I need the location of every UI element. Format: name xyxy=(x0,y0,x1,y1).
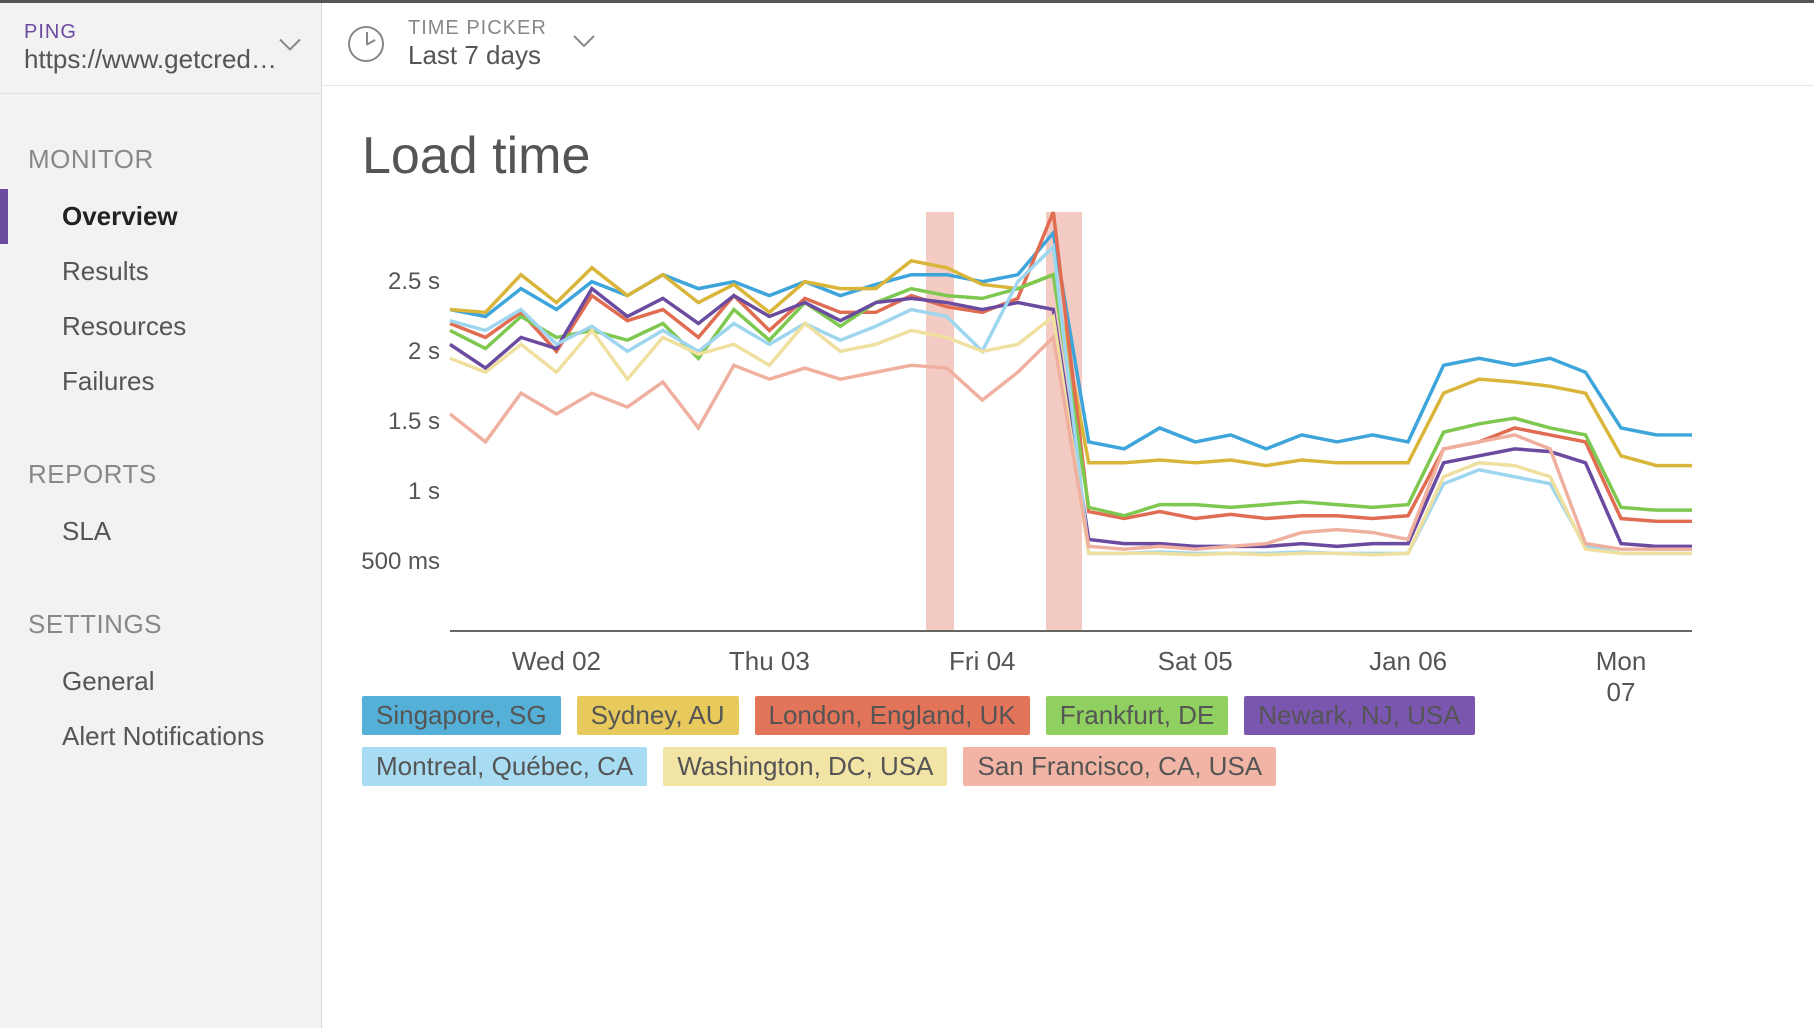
x-axis-tick: Thu 03 xyxy=(729,632,810,677)
sidebar-item-failures[interactable]: Failures xyxy=(0,354,321,409)
sidebar-section-title: SETTINGS xyxy=(0,559,321,654)
chart: 2.5 s 2 s 1.5 s 1 s 500 ms Wed 02 Thu 03 Fri 0… xyxy=(362,212,1692,786)
legend-item[interactable]: San Francisco, CA, USA xyxy=(963,747,1276,786)
sidebar-item-alert-notifications[interactable]: Alert Notifications xyxy=(0,709,321,764)
time-picker-value: Last 7 days xyxy=(408,40,547,71)
y-axis-tick: 500 ms xyxy=(361,548,440,576)
monitor-type-label: PING xyxy=(24,21,297,44)
main: TIME PICKER Last 7 days Load time 2.5 s2… xyxy=(322,3,1814,1028)
sidebar-item-resources[interactable]: Resources xyxy=(0,299,321,354)
monitor-url: https://www.getcredo... xyxy=(24,44,284,75)
y-axis: 2.5 s 2 s 1.5 s 1 s 500 ms xyxy=(362,212,450,632)
clock-icon xyxy=(348,26,384,62)
sidebar-item-general[interactable]: General xyxy=(0,654,321,709)
chart-title: Load time xyxy=(362,126,1774,186)
sidebar-item-sla[interactable]: SLA xyxy=(0,504,321,559)
content: Load time 2.5 s 2 s 1.5 s 1 s 500 ms Wed 02 T… xyxy=(322,86,1814,1028)
legend-item[interactable]: Newark, NJ, USA xyxy=(1244,696,1474,735)
x-axis-tick: Sat 05 xyxy=(1158,632,1233,677)
topbar: TIME PICKER Last 7 days xyxy=(322,3,1814,86)
sidebar: PING https://www.getcredo... MONITOROver… xyxy=(0,3,322,1028)
legend-item[interactable]: Washington, DC, USA xyxy=(663,747,947,786)
chart-legend: Singapore, SG Sydney, AU London, England, … xyxy=(362,696,1692,786)
x-axis-tick: Fri 04 xyxy=(949,632,1015,677)
legend-item[interactable]: Montreal, Québec, CA xyxy=(362,747,647,786)
x-axis-tick: Mon 07 xyxy=(1586,632,1657,708)
time-picker-label: TIME PICKER xyxy=(408,17,547,40)
sidebar-section-title: MONITOR xyxy=(0,94,321,189)
chevron-down-icon xyxy=(573,35,595,54)
monitor-selector[interactable]: PING https://www.getcredo... xyxy=(0,3,321,94)
chevron-down-icon xyxy=(279,39,301,58)
time-picker[interactable]: TIME PICKER Last 7 days xyxy=(408,17,595,71)
legend-item[interactable]: Singapore, SG xyxy=(362,696,561,735)
y-axis-tick: 2 s xyxy=(408,338,440,366)
sidebar-nav: MONITOROverviewResultsResourcesFailuresR… xyxy=(0,94,321,764)
sidebar-section-title: REPORTS xyxy=(0,409,321,504)
x-axis-tick: Wed 02 xyxy=(512,632,601,677)
legend-item[interactable]: Frankfurt, DE xyxy=(1046,696,1229,735)
legend-item[interactable]: London, England, UK xyxy=(755,696,1030,735)
legend-item[interactable]: Sydney, AU xyxy=(577,696,739,735)
y-axis-tick: 1.5 s xyxy=(388,408,440,436)
chart-plot xyxy=(450,212,1692,632)
y-axis-tick: 2.5 s xyxy=(388,268,440,296)
x-axis-tick: Jan 06 xyxy=(1369,632,1447,677)
sidebar-item-results[interactable]: Results xyxy=(0,244,321,299)
sidebar-item-overview[interactable]: Overview xyxy=(0,189,321,244)
y-axis-tick: 1 s xyxy=(408,478,440,506)
x-axis: Wed 02Thu 03Fri 04Sat 05Jan 06Mon 07 xyxy=(450,632,1692,678)
